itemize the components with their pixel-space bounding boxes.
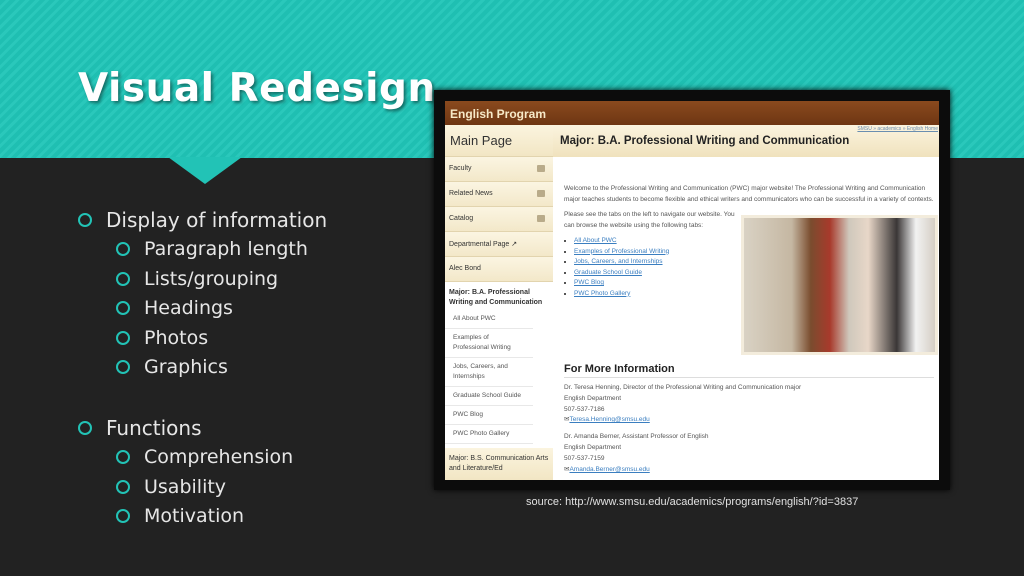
folder-icon: [537, 165, 545, 172]
band-notch: [168, 157, 242, 184]
item-label: Catalog: [449, 215, 474, 222]
site-sidebar: Main Page Faculty Related News Catalog D…: [445, 125, 553, 480]
sidebar-item-departmental: Departmental Page ↗: [445, 232, 553, 257]
ring-bullet-icon: [116, 301, 130, 316]
contact-card: Dr. Amanda Berner, Assistant Professor o…: [564, 432, 801, 475]
intro-paragraph: Welcome to the Professional Writing and …: [564, 185, 934, 203]
page-header: Major: B.A. Professional Writing and Com…: [553, 125, 939, 157]
breadcrumb: SMSU » academics » English Home: [857, 126, 938, 132]
sidebar-subitem: All About PWC: [445, 310, 533, 329]
bullet-display: Display of information: [78, 205, 327, 235]
ring-bullet-icon: [116, 360, 130, 375]
contact-name: Dr. Teresa Henning, Director of the Prof…: [564, 384, 802, 391]
page-title: Major: B.A. Professional Writing and Com…: [560, 135, 850, 147]
sidebar-item-catalog: Catalog: [445, 207, 553, 232]
ring-bullet-icon: [116, 450, 130, 465]
sidebar-item-faculty: Faculty: [445, 157, 553, 182]
sidebar-section: Major: B.A. Professional Writing and Com…: [449, 289, 543, 306]
ring-bullet-icon: [116, 242, 130, 257]
contact-phone: 507-537-7159: [564, 454, 605, 462]
item-label: Departmental Page ↗: [449, 241, 518, 248]
sidebar-subitem: Examples of Professional Writing: [445, 329, 533, 358]
sub-bullet: Headings: [78, 294, 327, 324]
bullet-text: Comprehension: [144, 446, 294, 469]
bullet-text: Usability: [144, 475, 227, 498]
sidebar-subitem: Graduate School Guide: [445, 387, 533, 406]
sidebar-subitem: PWC Photo Gallery: [445, 425, 533, 444]
item-label: Alec Bond: [449, 265, 481, 272]
link-item: Jobs, Careers, and Internships: [574, 258, 663, 265]
ring-bullet-icon: [78, 212, 92, 227]
contact-email: Teresa.Henning@smsu.edu: [569, 416, 650, 424]
bullet-text: Display of information: [106, 207, 328, 232]
sub-bullet: Motivation: [78, 502, 327, 532]
bullet-text: Headings: [144, 297, 233, 320]
ring-bullet-icon: [116, 330, 130, 345]
contact-phone: 507-537-7186: [564, 405, 605, 413]
bullet-text: Photos: [144, 326, 209, 349]
sidebar-subitem: PWC Blog: [445, 406, 533, 425]
bullet-text: Functions: [106, 415, 202, 440]
sidebar-subitem: Jobs, Careers, and Internships: [445, 358, 533, 387]
contacts: Dr. Teresa Henning, Director of the Prof…: [564, 383, 801, 480]
bullet-text: Paragraph length: [144, 238, 308, 261]
bullet-list: Display of information Paragraph length …: [78, 205, 327, 531]
slide-title: Visual Redesign: [78, 66, 436, 111]
link-item: All About PWC: [574, 237, 617, 244]
bullet-text: Lists/grouping: [144, 267, 279, 290]
ring-bullet-icon: [116, 271, 130, 286]
sidebar-item-alec-bond: Alec Bond: [445, 257, 553, 282]
site-header: English Program: [445, 101, 939, 125]
more-info-heading: For More Information: [564, 363, 934, 378]
main-page-tab: Main Page: [445, 125, 553, 157]
sub-bullet: Paragraph length: [78, 235, 327, 265]
bullet-functions: Functions: [78, 413, 327, 443]
sub-bullet: Photos: [78, 323, 327, 353]
sub-bullet: Graphics: [78, 353, 327, 383]
nav-paragraph: Please see the tabs on the left to navig…: [564, 211, 735, 229]
ring-bullet-icon: [116, 479, 130, 494]
link-item: PWC Photo Gallery: [574, 289, 631, 297]
contact-name: Dr. Amanda Berner, Assistant Professor o…: [564, 433, 709, 441]
bullet-text: Motivation: [144, 505, 245, 528]
ring-bullet-icon: [116, 509, 130, 524]
link-item: Graduate School Guide: [574, 268, 642, 276]
book-icon: [537, 215, 545, 222]
source-caption: source: http://www.smsu.edu/academics/pr…: [526, 496, 859, 508]
item-label: Faculty: [449, 165, 472, 172]
sub-bullet: Comprehension: [78, 443, 327, 473]
ring-bullet-icon: [78, 420, 92, 435]
sidebar-item-news: Related News: [445, 182, 553, 207]
website-screenshot: English Program Main Page Faculty Relate…: [445, 101, 939, 480]
link-item: PWC Blog: [574, 279, 604, 286]
item-label: Related News: [449, 190, 493, 197]
contact-email: Amanda.Berner@smsu.edu: [569, 465, 650, 473]
sub-bullet: Lists/grouping: [78, 264, 327, 294]
contact-dept: English Department: [564, 394, 622, 402]
contact-card: Dr. Teresa Henning, Director of the Prof…: [564, 383, 801, 426]
sub-bullet: Usability: [78, 472, 327, 502]
comment-icon: [537, 190, 545, 197]
contact-dept: English Department: [564, 443, 622, 451]
bullet-text: Graphics: [144, 356, 228, 379]
students-photo: [741, 215, 938, 355]
link-item: Examples of Professional Writing: [574, 247, 670, 255]
sidebar-section-2: Major: B.S. Communication Arts and Liter…: [445, 448, 553, 480]
